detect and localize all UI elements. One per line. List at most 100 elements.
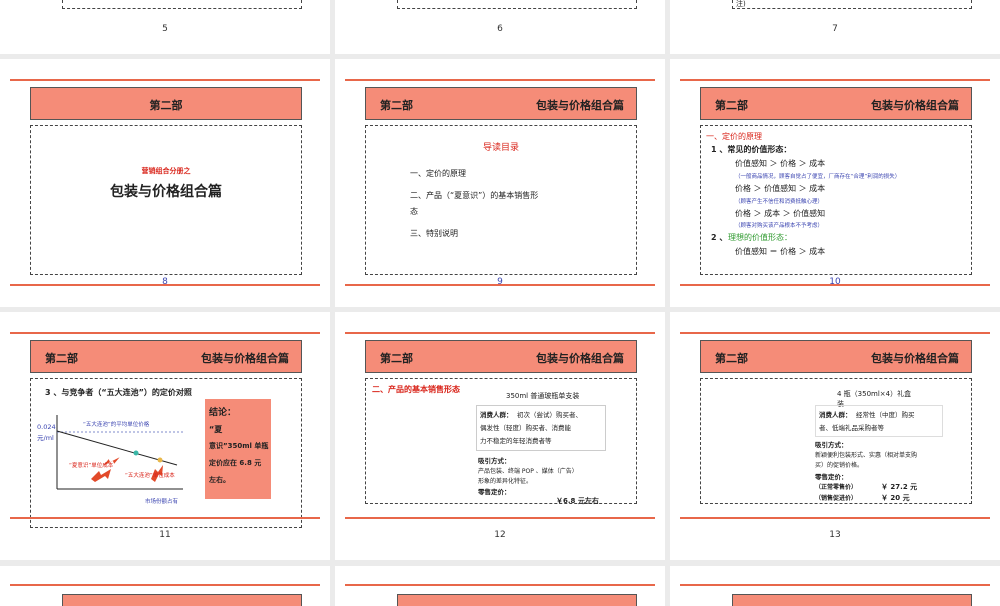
accent-line: [680, 332, 990, 334]
consumer-box: 消费人群： 初次（尝试）购买者、 偶发性（轻度）购买者、消费能 力不稳定的年轻消…: [476, 405, 606, 451]
guide-title: 导读目录: [482, 143, 519, 153]
slide-header: [397, 594, 637, 606]
header-right: 包装与价格组合篇: [871, 352, 959, 365]
formula: 价格 ＞ 成本 ＞ 价值感知: [735, 209, 826, 218]
formula: 价格 ＞ 价值感知 ＞ 成本: [735, 184, 826, 193]
sub-heading: 1 、常见的价值形态：: [711, 145, 792, 154]
header-left: 第二部: [715, 352, 748, 365]
accent-line: [10, 332, 320, 334]
slide-header: [62, 594, 302, 606]
conclusion-line: 意识”350ml 单瓶: [209, 442, 269, 450]
formula-note: （顾客对购买该产品根本不予考虑）: [735, 223, 824, 229]
accent-line: [10, 517, 320, 519]
slide-thumb-5[interactable]: 5: [0, 0, 330, 54]
price-value: ￥6.8 元左右: [556, 497, 599, 505]
consumer-label: 消费人群：: [819, 411, 852, 419]
consumer-line: 初次（尝试）购买者、: [517, 411, 582, 419]
slide-header: 第二部 包装与价格组合篇: [700, 87, 972, 120]
accent-line: [680, 79, 990, 81]
consumer-line: 经常性（中度）购买: [856, 411, 915, 419]
guide-item: 态: [410, 207, 418, 216]
slide-heading: 3 、与竞争者（“五大连池”）的定价对照: [45, 388, 192, 397]
slide-content: 二、产品的基本销售形态 350ml 普通玻瓶单支装 消费人群： 初次（尝试）购买…: [365, 378, 637, 505]
slide-thumb-6[interactable]: 6: [335, 0, 665, 54]
accent-line: [680, 584, 990, 586]
header-right: 包装与价格组合篇: [536, 352, 624, 365]
consumer-box: 消费人群： 经常性（中度）购买 者、低端礼品采购者等: [815, 405, 943, 437]
line-label: “五大连池”的平均单位价格: [83, 422, 150, 428]
price-row-label: （销售促进价）: [815, 495, 858, 502]
accent-line: [10, 584, 320, 586]
slide-thumb-14[interactable]: [0, 566, 330, 606]
product-title: 350ml 普通玻瓶单支装: [506, 392, 580, 400]
slide-header: 第二部 包装与价格组合篇: [30, 340, 302, 373]
slide-content: 4 瓶（350ml×4）礼盒 装 消费人群： 经常性（中度）购买 者、低端礼品采…: [700, 378, 972, 504]
slide-number: 13: [829, 530, 841, 540]
slide-thumb-10[interactable]: 第二部 包装与价格组合篇 一、定价的原理 1 、常见的价值形态： 价值感知 ＞ …: [670, 59, 1000, 307]
consumer-line: 偶发性（轻度）购买者、消费能: [480, 424, 571, 432]
slide-thumb-8[interactable]: 第二部 营销组合分册之 包装与价格组合篇 8: [0, 59, 330, 307]
accent-line: [680, 517, 990, 519]
slide-number: 5: [162, 24, 168, 34]
slide-thumb-11[interactable]: 第二部 包装与价格组合篇 3 、与竞争者（“五大连池”）的定价对照 0.024 …: [0, 312, 330, 560]
x-axis-label: 市场份额占有: [145, 499, 179, 505]
section-heading: 二、产品的基本销售形态: [372, 385, 460, 394]
slide-header: 第二部 包装与价格组合篇: [700, 340, 972, 373]
retail-label: 零售定价：: [478, 488, 511, 496]
header-right: 包装与价格组合篇: [536, 99, 624, 112]
guide-item: 三、特别说明: [410, 229, 458, 238]
price-row-value: ￥ 27.2 元: [881, 483, 918, 491]
slide-thumb-9[interactable]: 第二部 包装与价格组合篇 导读目录 一、定价的原理 二、产品（“夏意识”）的基本…: [335, 59, 665, 307]
attract-line: 新颖便利包装形式、实惠（相对单支购: [815, 452, 918, 459]
slide-thumb-13[interactable]: 第二部 包装与价格组合篇 4 瓶（350ml×4）礼盒 装 消费人群： 经常性（…: [670, 312, 1000, 560]
retail-label: 零售定价：: [815, 473, 848, 481]
slide-number: 9: [497, 277, 503, 287]
accent-line: [345, 332, 655, 334]
guide-item: 二、产品（“夏意识”）的基本销售形: [410, 191, 539, 200]
formula: 价值感知 ＝ 价格 ＞ 成本: [735, 247, 826, 256]
slide-title: 包装与价格组合篇: [110, 184, 222, 200]
arrow-label: “夏意识”单位成本: [69, 463, 114, 469]
attract-label: 吸引方式：: [815, 441, 848, 449]
slide-number: 6: [497, 24, 503, 34]
arrow-label: “五大连池”单位成本: [125, 473, 175, 479]
sub-heading: 理想的价值形态：: [728, 233, 792, 242]
slide-content: 一、定价的原理 1 、常见的价值形态： 价值感知 ＞ 价格 ＞ 成本 （一般商品…: [700, 125, 972, 275]
slide-header: [732, 594, 972, 606]
slide-content: 营销组合分册之 包装与价格组合篇: [30, 125, 302, 275]
attract-line: 形象的差异化特征。: [478, 478, 533, 485]
slide-number: 12: [494, 530, 506, 540]
attract-line: 产品包装、终端 POP 、媒体（广告）: [478, 468, 578, 475]
y-axis-value: 0.024: [37, 423, 56, 431]
price-row-value: ￥ 20 元: [881, 494, 910, 502]
header-left: 第二部: [715, 99, 748, 112]
slide-content: 导读目录 一、定价的原理 二、产品（“夏意识”）的基本销售形 态 三、特别说明: [365, 125, 637, 275]
attract-line: 买）的促销价格。: [815, 462, 864, 469]
slide-header: 第二部 包装与价格组合篇: [365, 87, 637, 120]
conclusion-line: “夏: [209, 425, 223, 434]
product-title: 4 瓶（350ml×4）礼盒: [837, 390, 912, 398]
header-left: 第二部: [380, 99, 413, 112]
slide-thumb-15[interactable]: [335, 566, 665, 606]
guide-item: 一、定价的原理: [410, 169, 466, 178]
conclusion-line: 左右。: [209, 476, 230, 484]
slide-content: 3 、与竞争者（“五大连池”）的定价对照 0.024 元/ml “五大连池”的平…: [30, 378, 302, 528]
consumer-line: 者、低端礼品采购者等: [819, 424, 884, 432]
slide-number: 8: [162, 277, 168, 287]
slide-thumb-7[interactable]: 注) 7: [670, 0, 1000, 54]
slide-number: 7: [832, 24, 838, 34]
slide-thumb-12[interactable]: 第二部 包装与价格组合篇 二、产品的基本销售形态 350ml 普通玻瓶单支装 消…: [335, 312, 665, 560]
accent-line: [345, 517, 655, 519]
slide-header: 第二部 包装与价格组合篇: [365, 340, 637, 373]
slide-thumb-16[interactable]: [670, 566, 1000, 606]
conclusion-title: 结论：: [209, 408, 237, 418]
accent-line: [345, 584, 655, 586]
header-title: 第二部: [149, 99, 183, 112]
slide-subtitle: 营销组合分册之: [141, 166, 191, 175]
price-row-label: （正常零售价）: [815, 484, 858, 491]
y-axis-unit: 元/ml: [37, 434, 54, 442]
accent-line: [345, 79, 655, 81]
header-left: 第二部: [380, 352, 413, 365]
header-left: 第二部: [45, 352, 78, 365]
header-right: 包装与价格组合篇: [871, 99, 959, 112]
